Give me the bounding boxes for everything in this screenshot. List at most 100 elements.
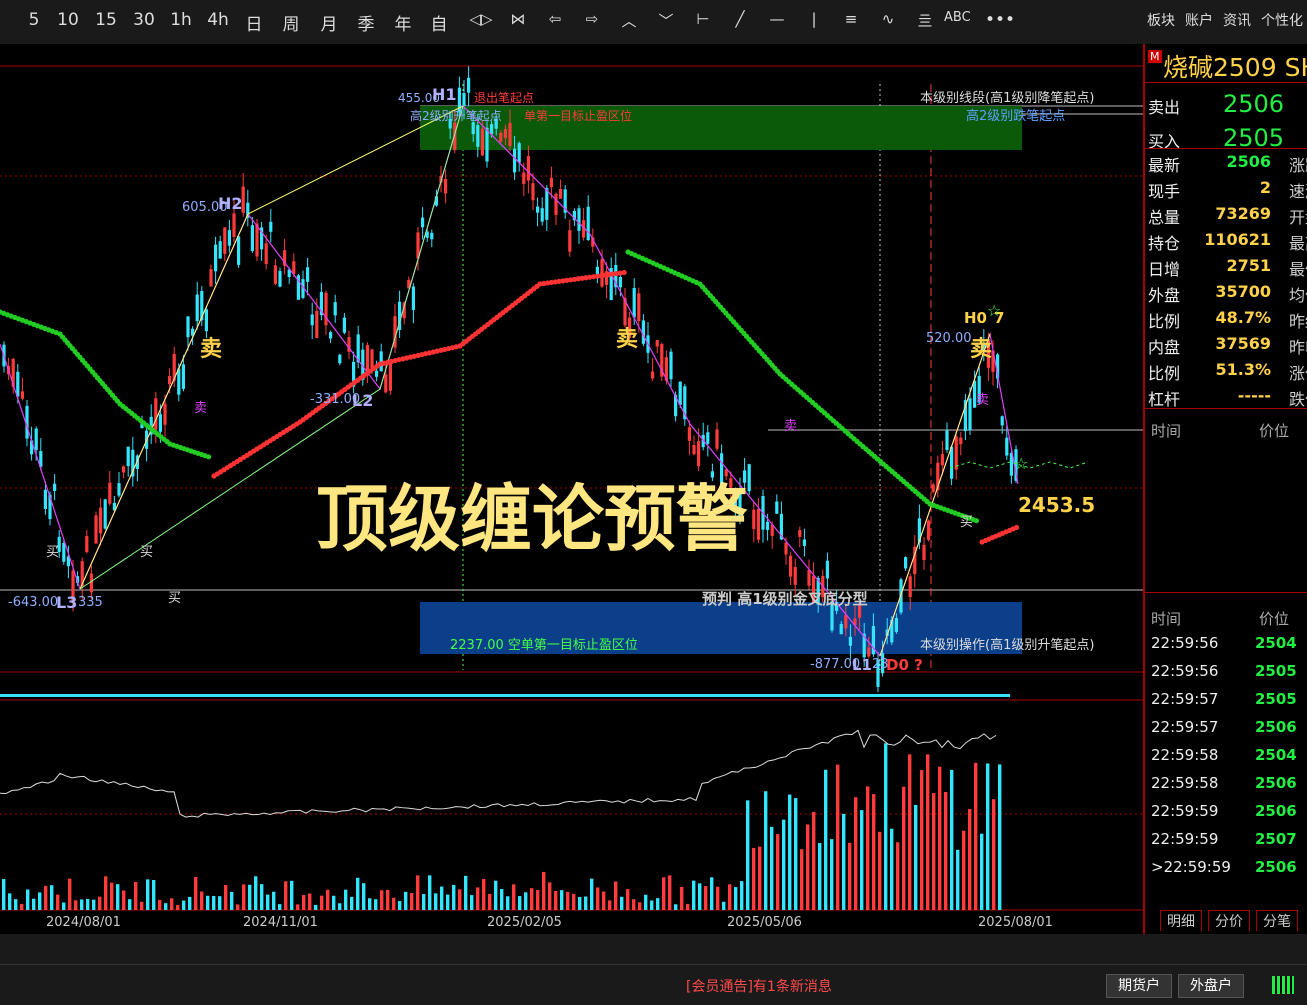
- volume-bar: [128, 899, 132, 910]
- period-10-button[interactable]: 年: [391, 10, 415, 35]
- volume-bar: [794, 798, 798, 910]
- period-3-button[interactable]: 30: [132, 10, 156, 30]
- quote-value: 48.7%: [1215, 308, 1271, 327]
- quote-tail-label: 昨收: [1289, 338, 1307, 357]
- quote-tail-label: 最高: [1289, 234, 1307, 253]
- line-icon[interactable]: ╱: [725, 10, 755, 28]
- volume-bar: [554, 890, 558, 910]
- candle-body: [490, 124, 494, 135]
- volume-bar: [914, 804, 918, 910]
- period-7-button[interactable]: 周: [279, 10, 303, 35]
- period-5-button[interactable]: 4h: [206, 10, 230, 30]
- arrow-left-icon[interactable]: ⇦: [540, 10, 570, 28]
- bid-row: 买入 2505: [1148, 124, 1285, 152]
- candle-body: [522, 172, 526, 185]
- candle-body: [922, 544, 926, 561]
- candle-body: [126, 446, 130, 467]
- buy-mark: 买: [960, 515, 973, 530]
- candle-body: [586, 206, 590, 240]
- zoom-in-icon[interactable]: ︿: [614, 10, 644, 31]
- arrow-right-icon[interactable]: ⇨: [577, 10, 607, 28]
- fib-icon[interactable]: 亖: [910, 10, 940, 31]
- quote-label: 最新: [1148, 156, 1181, 175]
- volume-bar: [188, 896, 192, 910]
- channel-icon[interactable]: ≡: [836, 10, 866, 28]
- hline-icon[interactable]: —: [762, 10, 792, 28]
- volume-bar: [206, 895, 210, 910]
- volume-bar: [254, 876, 258, 910]
- volume-bar: [308, 893, 312, 910]
- volume-bar: [668, 875, 672, 910]
- volume-bar: [494, 880, 498, 910]
- period-8-button[interactable]: 月: [317, 10, 341, 35]
- period-11-button[interactable]: 自: [427, 10, 451, 35]
- period-6-button[interactable]: 日: [242, 10, 266, 35]
- menu-news[interactable]: 资讯: [1223, 10, 1251, 30]
- volume-bar: [38, 892, 42, 910]
- volume-bar: [98, 896, 102, 910]
- ask-row: 卖出 2506: [1148, 90, 1285, 118]
- tick-time: 22:59:59: [1151, 802, 1219, 820]
- tab-price[interactable]: 分价: [1208, 910, 1250, 931]
- volume-bar: [362, 883, 366, 910]
- volume-bar: [260, 884, 264, 910]
- period-2-button[interactable]: 15: [94, 10, 118, 30]
- futures-account-button[interactable]: 期货户: [1106, 974, 1172, 998]
- wave-icon[interactable]: ∿: [873, 10, 903, 28]
- volume-bar: [116, 884, 120, 910]
- volume-bar: [374, 899, 378, 910]
- volume-bar: [608, 900, 612, 910]
- quote-row: 比例 51.3% 涨停: [1147, 360, 1307, 386]
- candle-body: [1005, 437, 1009, 456]
- bowtie-icon[interactable]: ⋈: [503, 10, 533, 28]
- candle-body: [632, 288, 636, 318]
- buy-mark: 买: [46, 545, 59, 560]
- volume-bar: [542, 871, 546, 910]
- candle-body: [227, 230, 231, 246]
- volume-bar: [212, 895, 216, 910]
- volume-bar: [74, 900, 78, 910]
- sell-mark: 卖: [784, 419, 797, 434]
- quote-label: 比例: [1148, 312, 1181, 331]
- candle-body: [250, 225, 254, 252]
- candle-body: [655, 340, 659, 347]
- volume-bar: [632, 899, 636, 910]
- candle-body: [793, 566, 797, 585]
- zoom-out-icon[interactable]: ﹀: [651, 10, 681, 31]
- candle-body: [269, 221, 273, 232]
- volume-bar: [326, 889, 330, 910]
- period-1-button[interactable]: 10: [56, 10, 80, 30]
- volume-bar: [164, 903, 168, 910]
- tab-tick[interactable]: 分笔: [1256, 910, 1298, 931]
- foreign-account-button[interactable]: 外盘户: [1178, 974, 1244, 998]
- period-9-button[interactable]: 季: [354, 10, 378, 35]
- period-0-button[interactable]: 5: [22, 10, 46, 30]
- candle-body: [945, 430, 949, 451]
- volume-bar: [734, 887, 738, 910]
- volume-bar: [140, 901, 144, 910]
- tick-price: 2505: [1255, 662, 1297, 680]
- text-tool-icon[interactable]: ABC: [944, 10, 971, 25]
- price-label: 2453.5: [1018, 493, 1095, 517]
- chart-canvas[interactable]: 455.00H1 退出笔起点高2级别升笔起点 单第一目标止盈区位605.00H2-3…: [0, 44, 1143, 934]
- more-icon[interactable]: •••: [985, 10, 1015, 30]
- shift-both-icon[interactable]: ◁▷: [466, 10, 496, 28]
- tick-price: 2506: [1255, 802, 1297, 820]
- period-4-button[interactable]: 1h: [169, 10, 193, 30]
- menu-personalize[interactable]: 个性化: [1261, 10, 1303, 30]
- member-notice[interactable]: [会员通告]有1条新消息: [686, 976, 832, 996]
- kline-chart[interactable]: 455.00 H1 退出笔起点 高2级别升笔起点 单第一目标止盈区位 605.00 H2 -3…: [0, 44, 1143, 934]
- x-axis-label: 2024/11/01: [243, 915, 318, 930]
- l3-num: 335: [78, 595, 103, 610]
- menu-account[interactable]: 账户: [1185, 10, 1213, 30]
- vline-icon[interactable]: |: [799, 10, 829, 28]
- h1-target-label: 单第一目标止盈区位: [524, 108, 632, 123]
- tab-detail[interactable]: 明细: [1160, 910, 1202, 931]
- candle-body: [697, 441, 701, 467]
- quote-tail-label: 涨停: [1289, 364, 1307, 383]
- volume-bar: [572, 893, 576, 910]
- volume-bar: [404, 891, 408, 910]
- crosshair-icon[interactable]: ⊢: [688, 10, 718, 28]
- menu-sector[interactable]: 板块: [1147, 10, 1175, 30]
- volume-bar: [284, 881, 288, 910]
